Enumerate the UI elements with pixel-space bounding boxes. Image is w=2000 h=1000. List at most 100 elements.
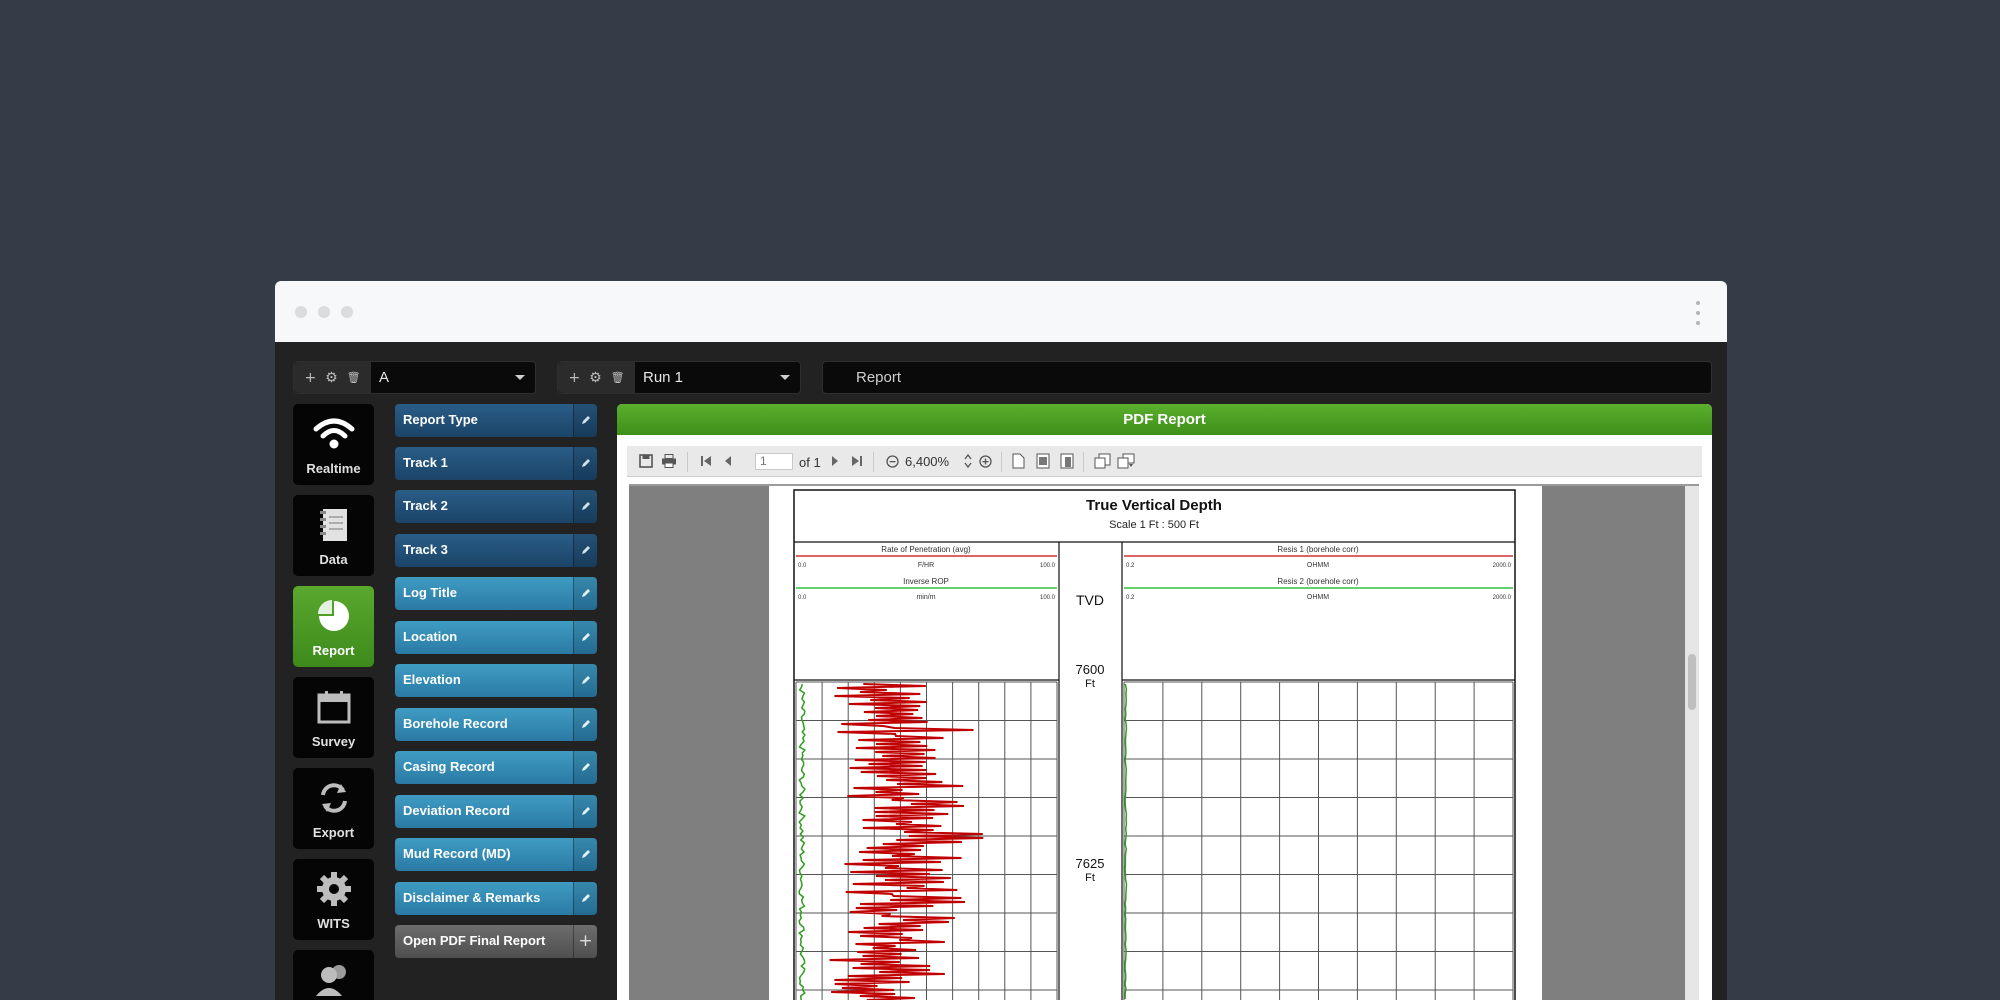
track2-curve1-max: 2000.0: [1493, 563, 1512, 569]
previous-page-icon[interactable]: [723, 455, 733, 467]
section-label: Location: [403, 629, 458, 644]
section-log-title[interactable]: Log Title: [395, 577, 597, 610]
more-options-icon[interactable]: [1695, 301, 1701, 325]
nav-survey[interactable]: Survey: [293, 677, 374, 758]
section-label: Open PDF Final Report: [403, 933, 546, 948]
track1-curve2-min: 0.0: [798, 595, 807, 601]
well-selector[interactable]: + ⚙ 🗑 A: [293, 361, 536, 394]
gear-icon: [316, 872, 351, 906]
nav-report[interactable]: Report: [293, 586, 374, 667]
toolbar-divider: [1083, 452, 1084, 472]
track2-curve1-unit: OHMM: [1307, 562, 1329, 569]
well-settings-icon[interactable]: ⚙: [325, 370, 338, 386]
fit-page-icon[interactable]: [1060, 453, 1074, 469]
section-label: Track 1: [403, 455, 448, 470]
pencil-icon[interactable]: [573, 882, 597, 915]
section-track-1[interactable]: Track 1: [395, 447, 597, 480]
section-location[interactable]: Location: [395, 621, 597, 654]
section-label: Elevation: [403, 672, 461, 687]
window-maximize-dot[interactable]: [341, 306, 353, 318]
nav-realtime[interactable]: Realtime: [293, 404, 374, 485]
run-controls: + ⚙ 🗑: [558, 362, 635, 393]
pencil-icon[interactable]: [573, 795, 597, 828]
nav-users[interactable]: [293, 950, 374, 1000]
track1-curve2-unit: min/m: [916, 594, 935, 601]
plus-icon[interactable]: +: [573, 925, 597, 958]
section-report-type[interactable]: Report Type: [395, 404, 597, 437]
section-disclaimer-remarks[interactable]: Disclaimer & Remarks: [395, 882, 597, 915]
fit-width-icon[interactable]: [1036, 453, 1050, 469]
section-mud-record[interactable]: Mud Record (MD): [395, 838, 597, 871]
save-icon[interactable]: [639, 454, 653, 468]
nav-data[interactable]: Data: [293, 495, 374, 576]
pencil-icon[interactable]: [573, 404, 597, 437]
zoom-in-icon[interactable]: [979, 455, 992, 468]
section-elevation[interactable]: Elevation: [395, 664, 597, 697]
section-label: Log Title: [403, 585, 457, 600]
pencil-icon[interactable]: [573, 838, 597, 871]
pencil-icon[interactable]: [573, 447, 597, 480]
window-minimize-dot[interactable]: [318, 306, 330, 318]
section-label: Disclaimer & Remarks: [403, 890, 541, 905]
users-icon: [315, 965, 346, 996]
section-deviation-record[interactable]: Deviation Record: [395, 795, 597, 828]
print-icon[interactable]: [661, 454, 677, 468]
nav-export[interactable]: Export: [293, 768, 374, 849]
pencil-icon[interactable]: [573, 664, 597, 697]
last-page-icon[interactable]: [851, 455, 863, 467]
track2-curve1-min: 0.2: [1126, 563, 1135, 569]
pencil-icon[interactable]: [573, 534, 597, 567]
pencil-icon[interactable]: [573, 621, 597, 654]
sync-icon: [320, 783, 347, 813]
delete-run-icon[interactable]: 🗑: [611, 371, 625, 384]
pencil-icon[interactable]: [573, 708, 597, 741]
nav-wits[interactable]: WITS: [293, 859, 374, 940]
log-chart: True Vertical Depth Scale 1 Ft : 500 Ft …: [769, 486, 1542, 1000]
zoom-level-field[interactable]: 6,400%: [905, 454, 949, 469]
run-settings-icon[interactable]: ⚙: [589, 370, 602, 386]
nav-wits-label: WITS: [317, 916, 350, 931]
section-casing-record[interactable]: Casing Record: [395, 751, 597, 784]
log-scale: Scale 1 Ft : 500 Ft: [1109, 519, 1199, 531]
report-title-bar: Report: [822, 361, 1712, 394]
toolbar-divider: [687, 452, 688, 472]
toolbar-divider: [873, 452, 874, 472]
add-run-icon[interactable]: +: [568, 370, 580, 386]
pdf-viewer[interactable]: True Vertical Depth Scale 1 Ft : 500 Ft …: [629, 484, 1699, 1000]
well-controls: + ⚙ 🗑: [294, 362, 371, 393]
add-well-icon[interactable]: +: [304, 370, 316, 386]
zoom-out-icon[interactable]: [886, 455, 899, 468]
pdf-toolbar: 1 of 1 6,400%: [627, 446, 1702, 477]
export-options-icon[interactable]: [1117, 453, 1135, 469]
pencil-icon[interactable]: [573, 490, 597, 523]
pencil-icon[interactable]: [573, 577, 597, 610]
run-selector[interactable]: + ⚙ 🗑 Run 1: [557, 361, 801, 394]
single-page-icon[interactable]: [1012, 453, 1025, 469]
section-label: Track 3: [403, 542, 448, 557]
section-borehole-record[interactable]: Borehole Record: [395, 708, 597, 741]
chevron-down-icon[interactable]: [515, 375, 525, 380]
pie-chart-icon: [317, 600, 349, 631]
delete-well-icon[interactable]: 🗑: [347, 371, 361, 384]
export-icon[interactable]: [1094, 453, 1112, 469]
notebook-icon: [319, 509, 347, 541]
app-window: + ⚙ 🗑 A + ⚙ 🗑 Run 1 Report Realtime Data…: [275, 281, 1727, 1000]
track2-curve2-name: Resis 2 (borehole corr): [1277, 577, 1359, 586]
page-number-input[interactable]: 1: [755, 453, 793, 470]
pdf-report-header: PDF Report: [617, 404, 1712, 435]
open-pdf-final-report-button[interactable]: Open PDF Final Report +: [395, 925, 597, 958]
scrollbar-thumb[interactable]: [1688, 654, 1696, 710]
pencil-icon[interactable]: [573, 751, 597, 784]
tvd-label: TVD: [1076, 592, 1104, 608]
first-page-icon[interactable]: [700, 455, 712, 467]
pdf-report-panel: PDF Report 1 of 1 6,400% True Vertical D…: [617, 404, 1712, 1000]
zoom-stepper-icon[interactable]: [964, 453, 972, 469]
depth-mark-7600-unit: Ft: [1085, 678, 1095, 690]
vertical-scrollbar[interactable]: [1685, 486, 1699, 1000]
window-close-dot[interactable]: [295, 306, 307, 318]
next-page-icon[interactable]: [830, 455, 840, 467]
section-track-3[interactable]: Track 3: [395, 534, 597, 567]
track1-curve1-name: Rate of Penetration (avg): [881, 545, 971, 554]
section-track-2[interactable]: Track 2: [395, 490, 597, 523]
chevron-down-icon[interactable]: [780, 375, 790, 380]
